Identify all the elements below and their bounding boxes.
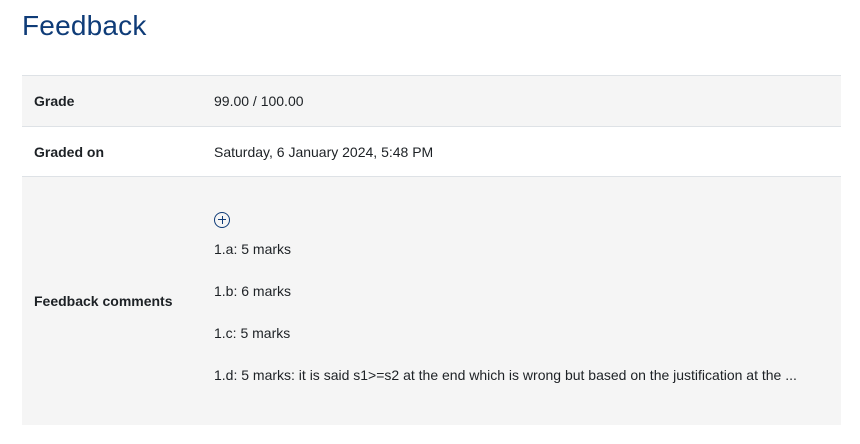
grade-row: Grade 99.00 / 100.00 xyxy=(22,75,841,127)
feedback-comments-text: 1.a: 5 marks 1.b: 6 marks 1.c: 5 marks 1… xyxy=(214,241,841,384)
graded-on-row: Graded on Saturday, 6 January 2024, 5:48… xyxy=(22,126,841,177)
comment-line: 1.d: 5 marks: it is said s1>=s2 at the e… xyxy=(214,366,797,383)
comment-line: 1.a: 5 marks xyxy=(214,240,292,257)
graded-on-label: Graded on xyxy=(34,143,105,160)
feedback-comments-row: Feedback comments 1.a: 5 marks 1.b: 6 ma… xyxy=(22,176,841,425)
feedback-comments-label: Feedback comments xyxy=(34,292,173,309)
grade-value: 99.00 / 100.00 xyxy=(214,93,304,109)
comment-line: 1.c: 5 marks xyxy=(214,324,291,341)
grade-label: Grade xyxy=(34,93,75,109)
plus-circle-icon[interactable] xyxy=(214,211,230,228)
graded-on-value: Saturday, 6 January 2024, 5:48 PM xyxy=(214,143,434,160)
page-title: Feedback xyxy=(22,10,147,41)
feedback-comments-cell: 1.a: 5 marks 1.b: 6 marks 1.c: 5 marks 1… xyxy=(202,177,841,425)
comment-line: 1.b: 6 marks xyxy=(214,282,292,299)
feedback-table: Grade 99.00 / 100.00 Graded on Saturday,… xyxy=(22,75,841,425)
